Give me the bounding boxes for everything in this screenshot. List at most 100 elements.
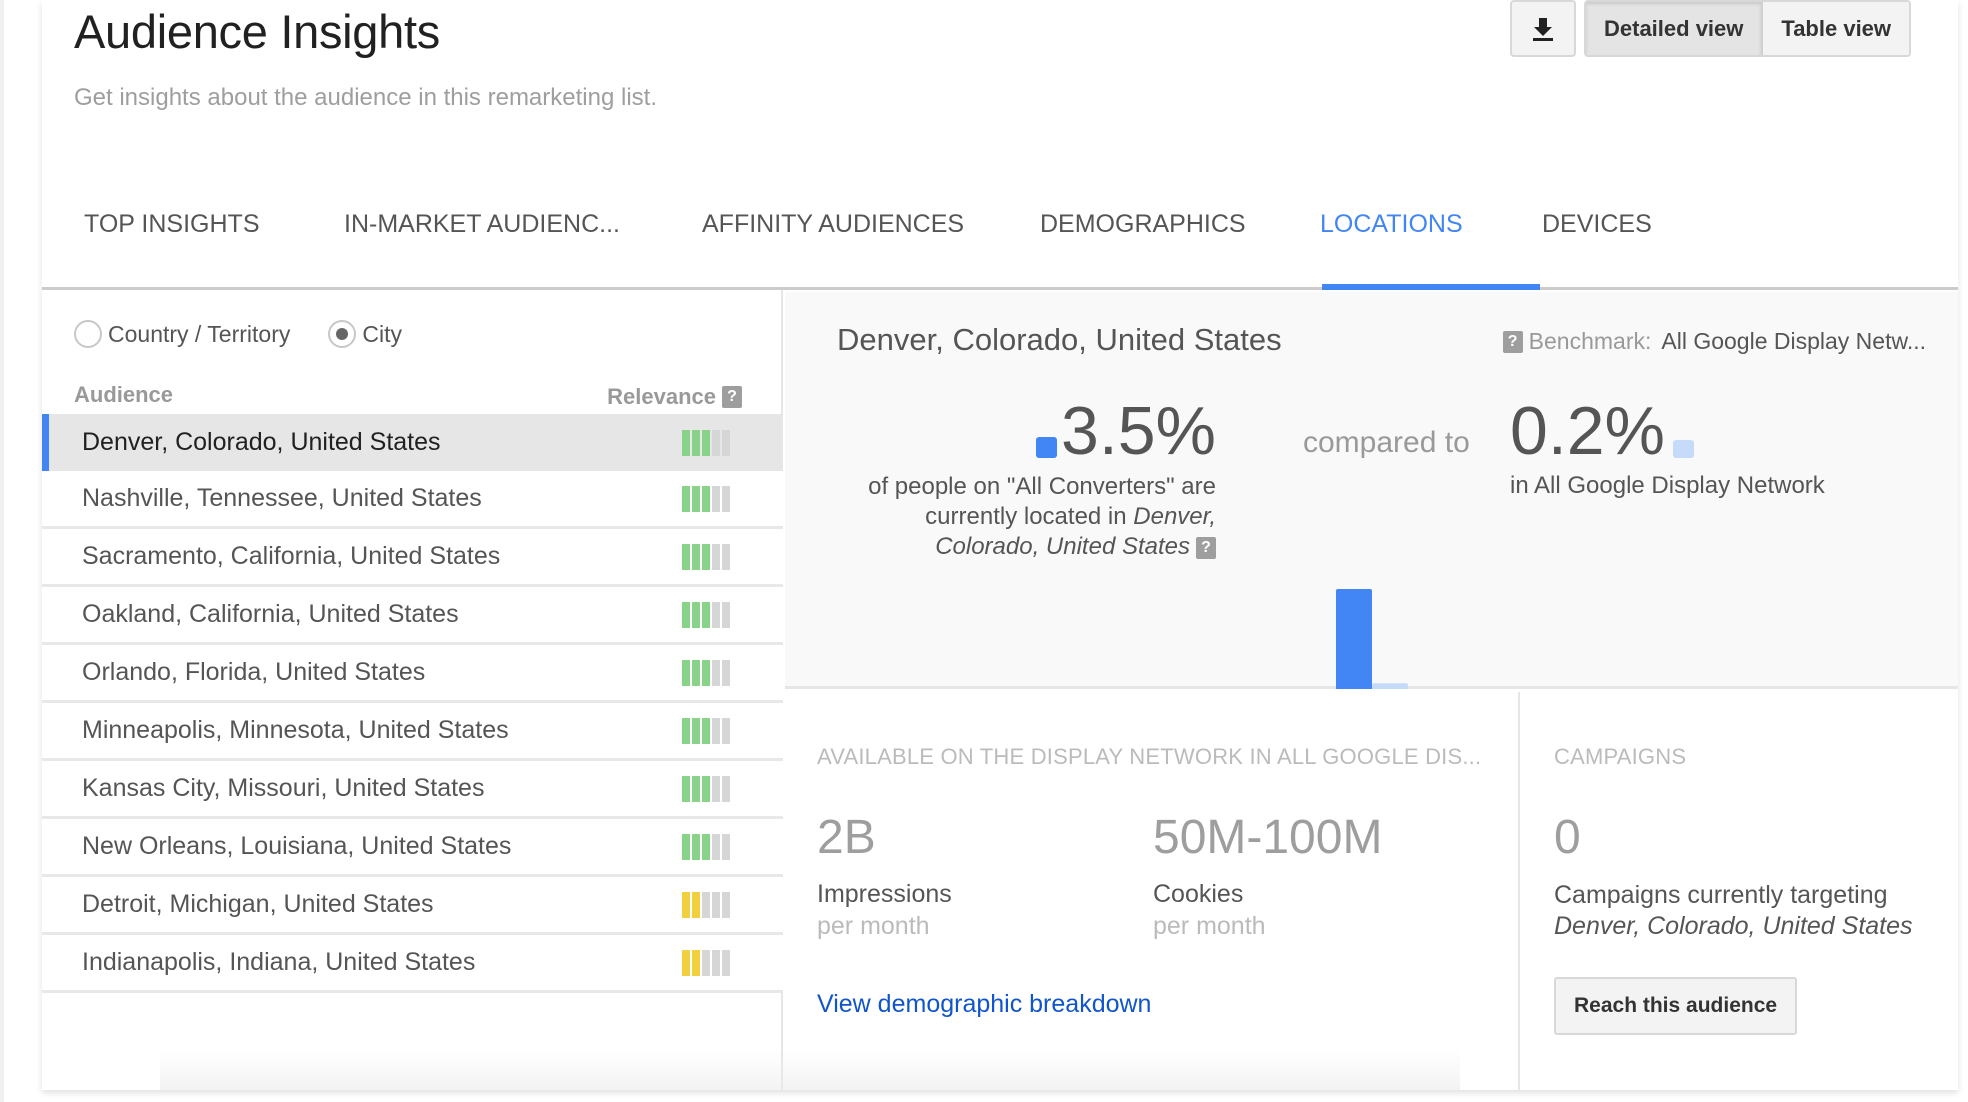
- help-icon[interactable]: ?: [1502, 330, 1523, 353]
- location-name: Oakland, California, United States: [82, 600, 459, 628]
- reach-this-audience-button[interactable]: Reach this audience: [1554, 977, 1798, 1035]
- location-name: Indianapolis, Indiana, United States: [82, 948, 476, 976]
- availability-header: AVAILABLE ON THE DISPLAY NETWORK IN ALL …: [817, 744, 1482, 769]
- tab-locations[interactable]: LOCATIONS: [1320, 210, 1463, 239]
- relevance-segment: [702, 775, 710, 802]
- view-demographic-breakdown-link[interactable]: View demographic breakdown: [817, 990, 1151, 1019]
- radio-label: Country / Territory: [108, 320, 291, 347]
- location-row[interactable]: Minneapolis, Minnesota, United States: [42, 703, 783, 761]
- location-list: Denver, Colorado, United States Nashville…: [42, 414, 783, 993]
- radio-country-territory[interactable]: Country / Territory: [74, 320, 290, 348]
- relevance-segment: [722, 601, 730, 628]
- relevance-meter: [682, 429, 732, 456]
- relevance-meter: [682, 833, 732, 860]
- audience-column-header: Audience: [74, 382, 174, 407]
- relevance-segment: [712, 949, 720, 976]
- help-icon[interactable]: ?: [722, 386, 742, 408]
- relevance-segment: [682, 833, 690, 860]
- relevance-segment: [692, 833, 700, 860]
- relevance-segment: [682, 429, 690, 456]
- relevance-segment: [692, 429, 700, 456]
- location-name: Kansas City, Missouri, United States: [82, 774, 485, 802]
- help-icon[interactable]: ?: [1196, 536, 1216, 559]
- relevance-meter: [682, 891, 732, 918]
- relevance-meter: [682, 717, 732, 744]
- relevance-segment: [692, 949, 700, 976]
- relevance-segment: [712, 717, 720, 744]
- page-title: Audience Insights: [74, 5, 440, 58]
- relevance-segment: [682, 601, 690, 628]
- relevance-segment: [712, 543, 720, 570]
- page-subtitle: Get insights about the audience in this …: [74, 84, 657, 111]
- benchmark-percentage: 0.2%: [1510, 392, 1694, 470]
- detailed-view-button[interactable]: Detailed view: [1586, 2, 1764, 55]
- relevance-segment: [682, 949, 690, 976]
- audience-percentage-value: 3.5%: [1061, 393, 1216, 469]
- tab-demographics[interactable]: DEMOGRAPHICS: [1040, 210, 1246, 239]
- location-name: New Orleans, Louisiana, United States: [82, 832, 512, 860]
- tab-affinity-audiences[interactable]: AFFINITY AUDIENCES: [702, 210, 964, 239]
- tab-devices[interactable]: DEVICES: [1542, 210, 1652, 239]
- relevance-segment: [712, 833, 720, 860]
- benchmark-selector[interactable]: ? Benchmark: All Google Display Netw...: [1502, 328, 1926, 355]
- location-name: Minneapolis, Minnesota, United States: [82, 716, 509, 744]
- tab-in-market-audiences[interactable]: IN-MARKET AUDIENC...: [344, 210, 620, 239]
- location-row[interactable]: Sacramento, California, United States: [42, 529, 783, 587]
- relevance-segment: [712, 775, 720, 802]
- relevance-label: Relevance: [607, 384, 716, 409]
- location-row[interactable]: Indianapolis, Indiana, United States: [42, 935, 783, 993]
- table-view-button[interactable]: Table view: [1763, 2, 1910, 55]
- cookies-sub: per month: [1153, 912, 1266, 940]
- location-row[interactable]: Detroit, Michigan, United States: [42, 877, 783, 935]
- benchmark-legend-swatch: [1673, 440, 1694, 458]
- relevance-meter: [682, 601, 732, 628]
- relevance-segment: [702, 833, 710, 860]
- location-row[interactable]: Orlando, Florida, United States: [42, 645, 783, 703]
- relevance-segment: [702, 659, 710, 686]
- relevance-segment: [682, 543, 690, 570]
- relevance-segment: [712, 429, 720, 456]
- relevance-segment: [692, 485, 700, 512]
- location-row[interactable]: New Orleans, Louisiana, United States: [42, 819, 783, 877]
- tab-top-insights[interactable]: TOP INSIGHTS: [84, 210, 260, 239]
- download-icon: [1533, 17, 1553, 41]
- relevance-meter: [682, 775, 732, 802]
- comparison-panel: Denver, Colorado, United States ? Benchm…: [785, 292, 1958, 689]
- location-name: Sacramento, California, United States: [82, 542, 501, 570]
- relevance-segment: [712, 601, 720, 628]
- location-row[interactable]: Kansas City, Missouri, United States: [42, 761, 783, 819]
- audience-desc-line: currently located in: [925, 503, 1127, 530]
- relevance-segment: [692, 717, 700, 744]
- view-toggle: Detailed view Table view: [1584, 0, 1912, 57]
- relevance-segment: [722, 833, 730, 860]
- relevance-segment: [682, 485, 690, 512]
- left-gutter: [0, 0, 4, 1102]
- relevance-segment: [692, 659, 700, 686]
- cookies-label: Cookies: [1153, 880, 1244, 908]
- location-row[interactable]: Denver, Colorado, United States: [42, 414, 783, 471]
- relevance-segment: [702, 717, 710, 744]
- radio-circle-checked-icon: [328, 320, 357, 348]
- relevance-segment: [722, 717, 730, 744]
- location-row[interactable]: Nashville, Tennessee, United States: [42, 471, 783, 529]
- selected-location-title: Denver, Colorado, United States: [837, 322, 1282, 357]
- relevance-segment: [692, 601, 700, 628]
- radio-circle-icon: [74, 320, 102, 348]
- location-row[interactable]: Oakland, California, United States: [42, 587, 783, 645]
- download-button[interactable]: [1510, 0, 1576, 57]
- relevance-segment: [722, 485, 730, 512]
- radio-city[interactable]: City: [328, 320, 402, 348]
- relevance-segment: [682, 659, 690, 686]
- relevance-segment: [702, 891, 710, 918]
- location-name: Nashville, Tennessee, United States: [82, 484, 482, 512]
- campaigns-description: Campaigns currently targeting Denver, Co…: [1554, 880, 1913, 942]
- campaigns-count: 0: [1554, 811, 1581, 864]
- relevance-segment: [712, 659, 720, 686]
- benchmark-percentage-value: 0.2%: [1510, 393, 1665, 469]
- relevance-segment: [692, 543, 700, 570]
- radio-label: City: [362, 320, 402, 347]
- relevance-segment: [692, 775, 700, 802]
- relevance-meter: [682, 659, 732, 686]
- relevance-segment: [712, 891, 720, 918]
- benchmark-value[interactable]: All Google Display Netw...: [1661, 328, 1926, 355]
